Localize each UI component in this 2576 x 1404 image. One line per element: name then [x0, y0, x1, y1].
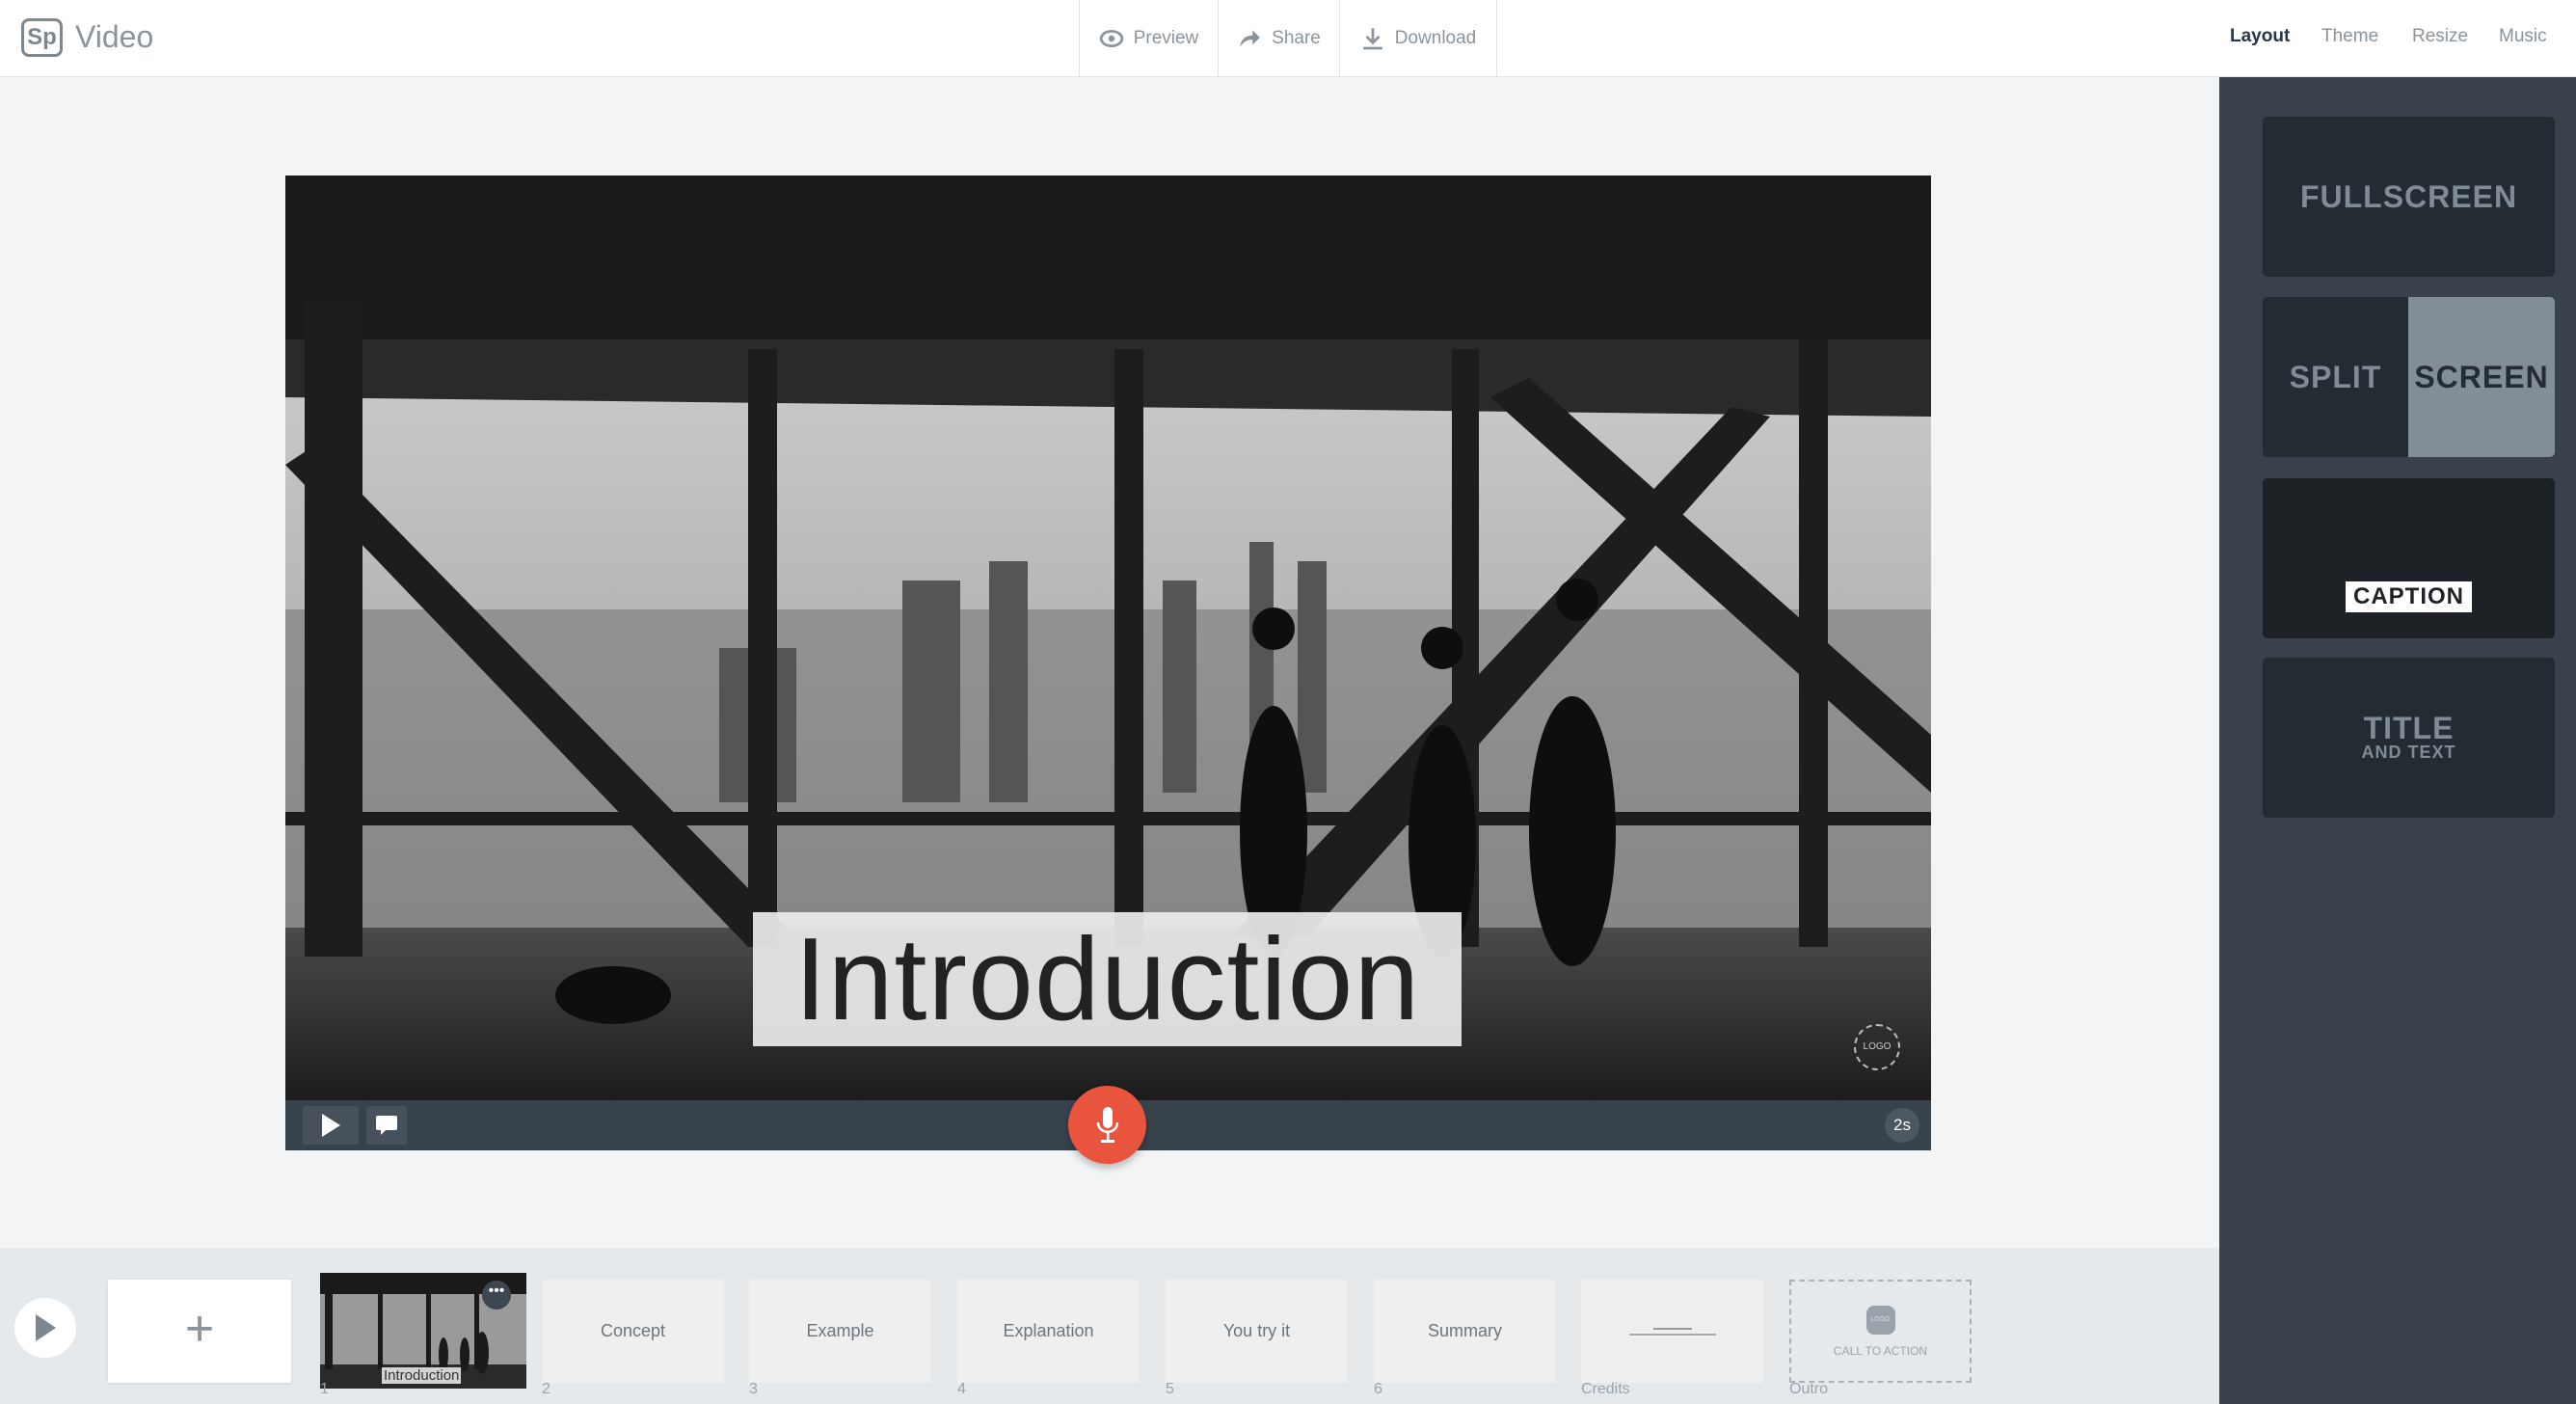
slide-number: 5: [1166, 1381, 1174, 1397]
call-to-action-label: CALL TO ACTION: [1833, 1343, 1928, 1358]
layout-split-screen[interactable]: SPLIT SCREEN: [2263, 297, 2555, 457]
add-slide-button[interactable]: +: [108, 1280, 291, 1383]
slide-label: Example: [806, 1321, 874, 1340]
play-button[interactable]: [303, 1106, 359, 1145]
play-icon: [322, 1114, 340, 1137]
preview-button[interactable]: Preview: [1079, 0, 1218, 77]
tab-layout[interactable]: Layout: [2230, 26, 2290, 47]
slide-number: 2: [542, 1381, 550, 1397]
slide-label: Explanation: [1003, 1321, 1094, 1340]
speech-bubble-icon: [376, 1116, 397, 1135]
slide-thumbnail-credits[interactable]: [1581, 1280, 1763, 1383]
and-text-label: AND TEXT: [2361, 742, 2456, 762]
eye-icon: [1099, 30, 1123, 47]
slide-label: Concept: [600, 1321, 666, 1340]
tab-resize[interactable]: Resize: [2412, 26, 2468, 47]
spark-logo: Sp: [21, 18, 63, 57]
caption-label: CAPTION: [2346, 581, 2472, 612]
slide-label: You try it: [1222, 1321, 1291, 1340]
app-title: Video: [75, 19, 154, 54]
duration-badge[interactable]: 2s: [1885, 1108, 1919, 1143]
caption-toggle-button[interactable]: [366, 1106, 407, 1145]
record-voice-button[interactable]: [1068, 1086, 1146, 1164]
slide-thumbnail-5[interactable]: You try it: [1166, 1280, 1348, 1383]
slide-number: 4: [957, 1381, 966, 1397]
slide-caption[interactable]: Introduction: [753, 912, 1462, 1046]
download-icon: [1363, 28, 1382, 50]
logo-placeholder[interactable]: LOGO: [1854, 1024, 1900, 1070]
title-label: TITLE: [2363, 710, 2455, 745]
microphone-icon: [1096, 1106, 1118, 1143]
download-label: Download: [1394, 28, 1477, 48]
download-button[interactable]: Download: [1339, 0, 1497, 77]
share-arrow-icon: [1240, 30, 1260, 47]
share-label: Share: [1272, 28, 1321, 48]
slide-number: 6: [1374, 1381, 1382, 1397]
tab-music[interactable]: Music: [2499, 26, 2547, 47]
slide-thumbnail-3[interactable]: Example: [749, 1280, 931, 1383]
slide-number: 3: [749, 1381, 758, 1397]
share-button[interactable]: Share: [1218, 0, 1339, 77]
credits-line: [1628, 1333, 1716, 1336]
layout-fullscreen-label: FULLSCREEN: [2299, 178, 2518, 214]
split-label: SPLIT: [2289, 359, 2382, 394]
play-all-button[interactable]: [14, 1298, 76, 1358]
more-options-icon[interactable]: •••: [482, 1281, 511, 1310]
layout-caption[interactable]: CAPTION: [2263, 478, 2555, 638]
slide-label: Summary: [1427, 1321, 1502, 1340]
slide-number: Outro: [1789, 1381, 1829, 1397]
slide-thumbnail-2[interactable]: Concept: [542, 1280, 724, 1383]
tab-theme[interactable]: Theme: [2321, 26, 2378, 47]
top-bar: Sp Video Preview Share Download Layout T…: [0, 0, 2576, 77]
slide-thumbnail-outro[interactable]: LOGO CALL TO ACTION: [1789, 1280, 1972, 1383]
thumb-caption: Introduction: [382, 1367, 462, 1384]
layout-panel: FULLSCREEN SPLIT SCREEN CAPTION TITLE AN…: [2219, 77, 2576, 1404]
screen-label: SCREEN: [2408, 297, 2555, 457]
layout-fullscreen[interactable]: FULLSCREEN: [2263, 117, 2555, 277]
slide-thumbnail-4[interactable]: Explanation: [957, 1280, 1140, 1383]
slide-thumbnail-6[interactable]: Summary: [1374, 1280, 1556, 1383]
logo-hexagon-icon: LOGO: [1865, 1305, 1895, 1335]
video-preview[interactable]: Introduction LOGO 2s: [285, 176, 1931, 1150]
slide-number: Credits: [1581, 1381, 1630, 1397]
play-icon: [36, 1314, 56, 1341]
preview-label: Preview: [1133, 28, 1199, 48]
slide-thumbnail-1[interactable]: Introduction •••: [320, 1273, 526, 1389]
layout-title-and-text[interactable]: TITLE AND TEXT: [2263, 658, 2555, 818]
slide-number: 1: [320, 1381, 329, 1397]
credits-line: [1652, 1327, 1692, 1330]
